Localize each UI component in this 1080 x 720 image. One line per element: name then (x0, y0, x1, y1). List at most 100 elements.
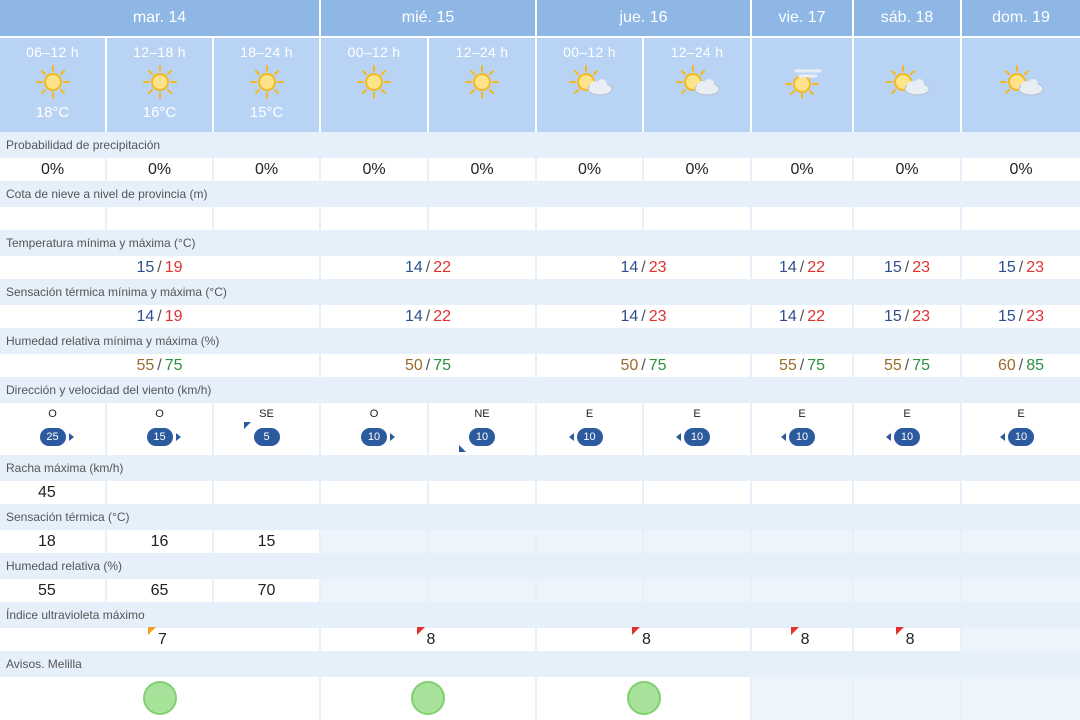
period-label: 06–12 h (26, 44, 79, 60)
wind-arrow-icon (1000, 433, 1006, 441)
wind-direction: E (798, 408, 806, 420)
alert-cell (752, 677, 855, 720)
period-row: 06–12 h 18°C 12–18 h 16°C 18–24 h 15°C 0… (0, 38, 1080, 132)
period-cell (962, 38, 1080, 132)
feels-now-value (537, 530, 644, 553)
feels-min: 14 (404, 307, 423, 325)
humidity-max: 75 (648, 356, 667, 374)
alert-green-icon[interactable] (142, 680, 177, 715)
alert-green-icon[interactable] (626, 680, 661, 715)
sun-haze-icon (785, 69, 822, 99)
period-label (854, 44, 960, 60)
humidity-now-value (752, 579, 855, 602)
temp-minmax: 14/22 (321, 256, 537, 279)
uv-value: 8 (632, 626, 651, 649)
feels-min: 14 (620, 307, 639, 325)
alerts-row (0, 677, 1080, 720)
snow-value (644, 207, 753, 230)
humidity-now-value (537, 579, 644, 602)
wind-speed-badge: 25 (39, 428, 74, 446)
gust-value: 45 (0, 481, 107, 504)
sun-icon (357, 65, 391, 99)
temp-min: 15 (997, 258, 1016, 276)
feels-max: 19 (164, 307, 183, 325)
row-label-uv: Índice ultravioleta máximo (0, 602, 1080, 628)
temp-min: 14 (620, 258, 639, 276)
feels-minmax: 14/22 (321, 305, 537, 328)
day-header[interactable]: sáb. 18 (854, 0, 963, 38)
sun-icon (35, 65, 70, 99)
feels-like-row: 14/19 14/22 14/23 14/22 15/23 15/23 (0, 305, 1080, 328)
wind-speed: 10 (1014, 431, 1028, 443)
gust-value (537, 481, 644, 504)
alert-cell (0, 677, 321, 720)
uv-value: 8 (895, 626, 914, 649)
uv-level-icon (148, 626, 157, 635)
uv-number: 8 (426, 630, 436, 648)
day-header[interactable]: jue. 16 (537, 0, 753, 38)
snow-value (429, 207, 537, 230)
wind-row: O 25 O 15 SE 5 O 10 NE 10 E 10 E 10 E 10 E 10 E 10 (0, 403, 1080, 455)
precip-value: 0% (107, 158, 214, 181)
period-label (962, 44, 1080, 60)
humidity-minmax: 55/75 (752, 354, 855, 377)
separator-slash: / (641, 258, 646, 276)
forecast-table: mar. 14 mié. 15 jue. 16 vie. 17 sáb. 18 … (0, 0, 1080, 720)
wind-arrow-icon (568, 433, 574, 441)
feels-now-value (962, 530, 1080, 553)
day-header-row: mar. 14 mié. 15 jue. 16 vie. 17 sáb. 18 … (0, 0, 1080, 38)
temp-minmax: 14/22 (752, 256, 855, 279)
wind-direction: E (903, 408, 911, 420)
wind-speed-badge: 15 (146, 428, 181, 446)
wind-speed: 10 (367, 431, 381, 443)
feels-max: 23 (648, 307, 667, 325)
uv-level-icon (790, 626, 799, 635)
feels-now-value (321, 530, 429, 553)
separator-slash: / (1018, 307, 1024, 325)
alert-green-icon[interactable] (411, 680, 445, 715)
day-header[interactable]: mié. 15 (321, 0, 537, 38)
sun-icon (249, 65, 284, 99)
gust-row: 45 (0, 481, 1080, 504)
day-header[interactable]: vie. 17 (752, 0, 855, 38)
feels-min: 15 (883, 307, 902, 325)
row-label-feels-now: Sensación térmica (°C) (0, 504, 1080, 530)
separator-slash: / (799, 258, 805, 276)
humidity-now-value (854, 579, 963, 602)
precip-value: 0% (429, 158, 537, 181)
wind-speed-badge: 10 (568, 428, 603, 446)
gust-value (429, 481, 537, 504)
temp-minmax: 15/23 (854, 256, 963, 279)
period-cell: 18–24 h 15°C (214, 38, 321, 132)
feels-now-value: 15 (214, 530, 321, 553)
feels-minmax: 14/23 (537, 305, 753, 328)
period-cell: 00–12 h (321, 38, 429, 132)
snow-value (854, 207, 963, 230)
uv-cell (962, 628, 1080, 651)
wind-speed-badge: 10 (1000, 428, 1035, 446)
period-label (752, 44, 852, 60)
separator-slash: / (157, 258, 162, 276)
wind-speed-badge: 10 (676, 428, 710, 446)
humidity-min: 55 (883, 356, 902, 374)
uv-value: 8 (416, 626, 436, 649)
temp-min: 14 (404, 258, 423, 276)
row-label-wind: Dirección y velocidad del viento (km/h) (0, 377, 1080, 403)
uv-number: 8 (642, 630, 651, 648)
feels-max: 23 (1026, 307, 1045, 325)
wind-arrow-icon (781, 433, 787, 441)
day-header[interactable]: dom. 19 (962, 0, 1080, 38)
wind-arrow-icon (886, 433, 892, 441)
uv-level-icon (632, 626, 641, 635)
wind-direction: E (585, 408, 594, 420)
separator-slash: / (904, 258, 910, 276)
snow-value (214, 207, 321, 230)
period-temp: 18°C (35, 104, 70, 121)
humidity-now-value: 65 (107, 579, 214, 602)
period-label: 12–24 h (455, 44, 509, 60)
day-header[interactable]: mar. 14 (0, 0, 321, 38)
wind-arrow-icon (68, 433, 74, 441)
sun-cloud-icon (676, 65, 720, 96)
uv-row: 7 8 8 8 8 (0, 626, 1080, 651)
temp-minmax: 15/19 (0, 256, 321, 279)
